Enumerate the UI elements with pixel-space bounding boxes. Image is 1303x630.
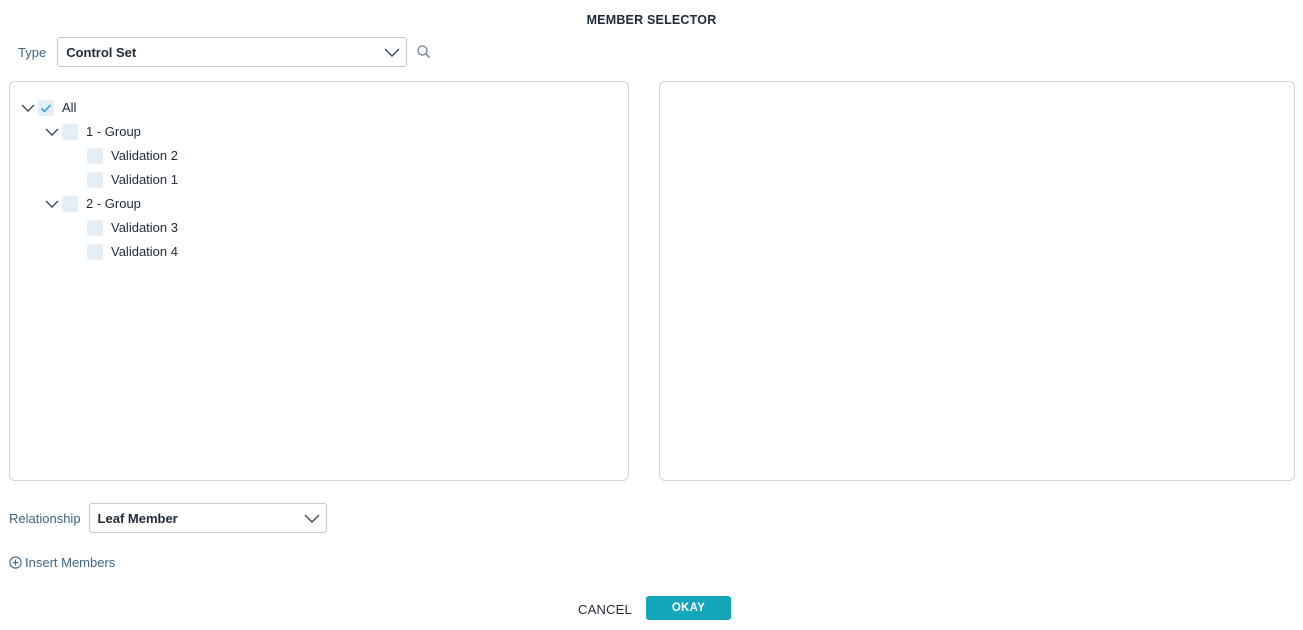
tree-node-label: Validation 3 [111, 220, 178, 235]
tree-node-validation-2: Validation 2 [10, 144, 628, 168]
chevron-down-icon [384, 48, 400, 57]
chevron-down-icon[interactable] [44, 124, 60, 140]
checkbox-validation-2[interactable] [87, 148, 103, 164]
relationship-select-value: Leaf Member [97, 510, 178, 526]
tree-node-validation-1: Validation 1 [10, 168, 628, 192]
tree-node-label: Validation 4 [111, 244, 178, 259]
tree-node-label: 1 - Group [86, 124, 141, 139]
tree-node-validation-3: Validation 3 [10, 216, 628, 240]
chevron-down-icon[interactable] [20, 100, 36, 116]
type-select-value: Control Set [66, 44, 137, 60]
tree-node-label: Validation 1 [111, 172, 178, 187]
checkbox-1-group[interactable] [62, 124, 78, 140]
tree-node-all: All [10, 96, 628, 120]
checkbox-validation-4[interactable] [87, 244, 103, 260]
type-select[interactable]: Control Set [57, 37, 408, 67]
tree-node-1-group: 1 - Group [10, 120, 628, 144]
checkbox-validation-1[interactable] [87, 172, 103, 188]
tree-node-2-group: 2 - Group [10, 192, 628, 216]
member-tree: All 1 - Group Validation 2 Validation 1 [10, 96, 628, 264]
type-label: Type [18, 44, 47, 60]
tree-node-label: Validation 2 [111, 148, 178, 163]
checkbox-validation-3[interactable] [87, 220, 103, 236]
member-tree-panel: All 1 - Group Validation 2 Validation 1 [9, 81, 629, 481]
relationship-field-row: Relationship Leaf Member [9, 503, 327, 533]
relationship-select[interactable]: Leaf Member [88, 503, 327, 533]
tree-node-label: 2 - Group [86, 196, 141, 211]
member-selector-dialog: MEMBER SELECTOR Type Control Set All 1 -… [0, 0, 1303, 630]
dialog-title: MEMBER SELECTOR [586, 13, 717, 27]
tree-node-label: All [62, 100, 77, 115]
insert-members-link[interactable]: Insert Members [9, 555, 115, 570]
selected-members-panel [659, 81, 1295, 481]
insert-members-label: Insert Members [25, 555, 116, 570]
checkbox-2-group[interactable] [62, 196, 78, 212]
search-icon[interactable] [416, 44, 432, 60]
chevron-down-icon [304, 514, 320, 523]
chevron-down-icon[interactable] [44, 196, 60, 212]
plus-circle-icon [9, 556, 22, 569]
type-field-row: Type Control Set [18, 37, 432, 67]
okay-button[interactable]: OKAY [646, 596, 731, 620]
relationship-label: Relationship [9, 510, 81, 526]
cancel-button[interactable]: CANCEL [574, 599, 636, 619]
check-icon [40, 104, 52, 113]
checkbox-all[interactable] [38, 100, 54, 116]
tree-node-validation-4: Validation 4 [10, 240, 628, 264]
